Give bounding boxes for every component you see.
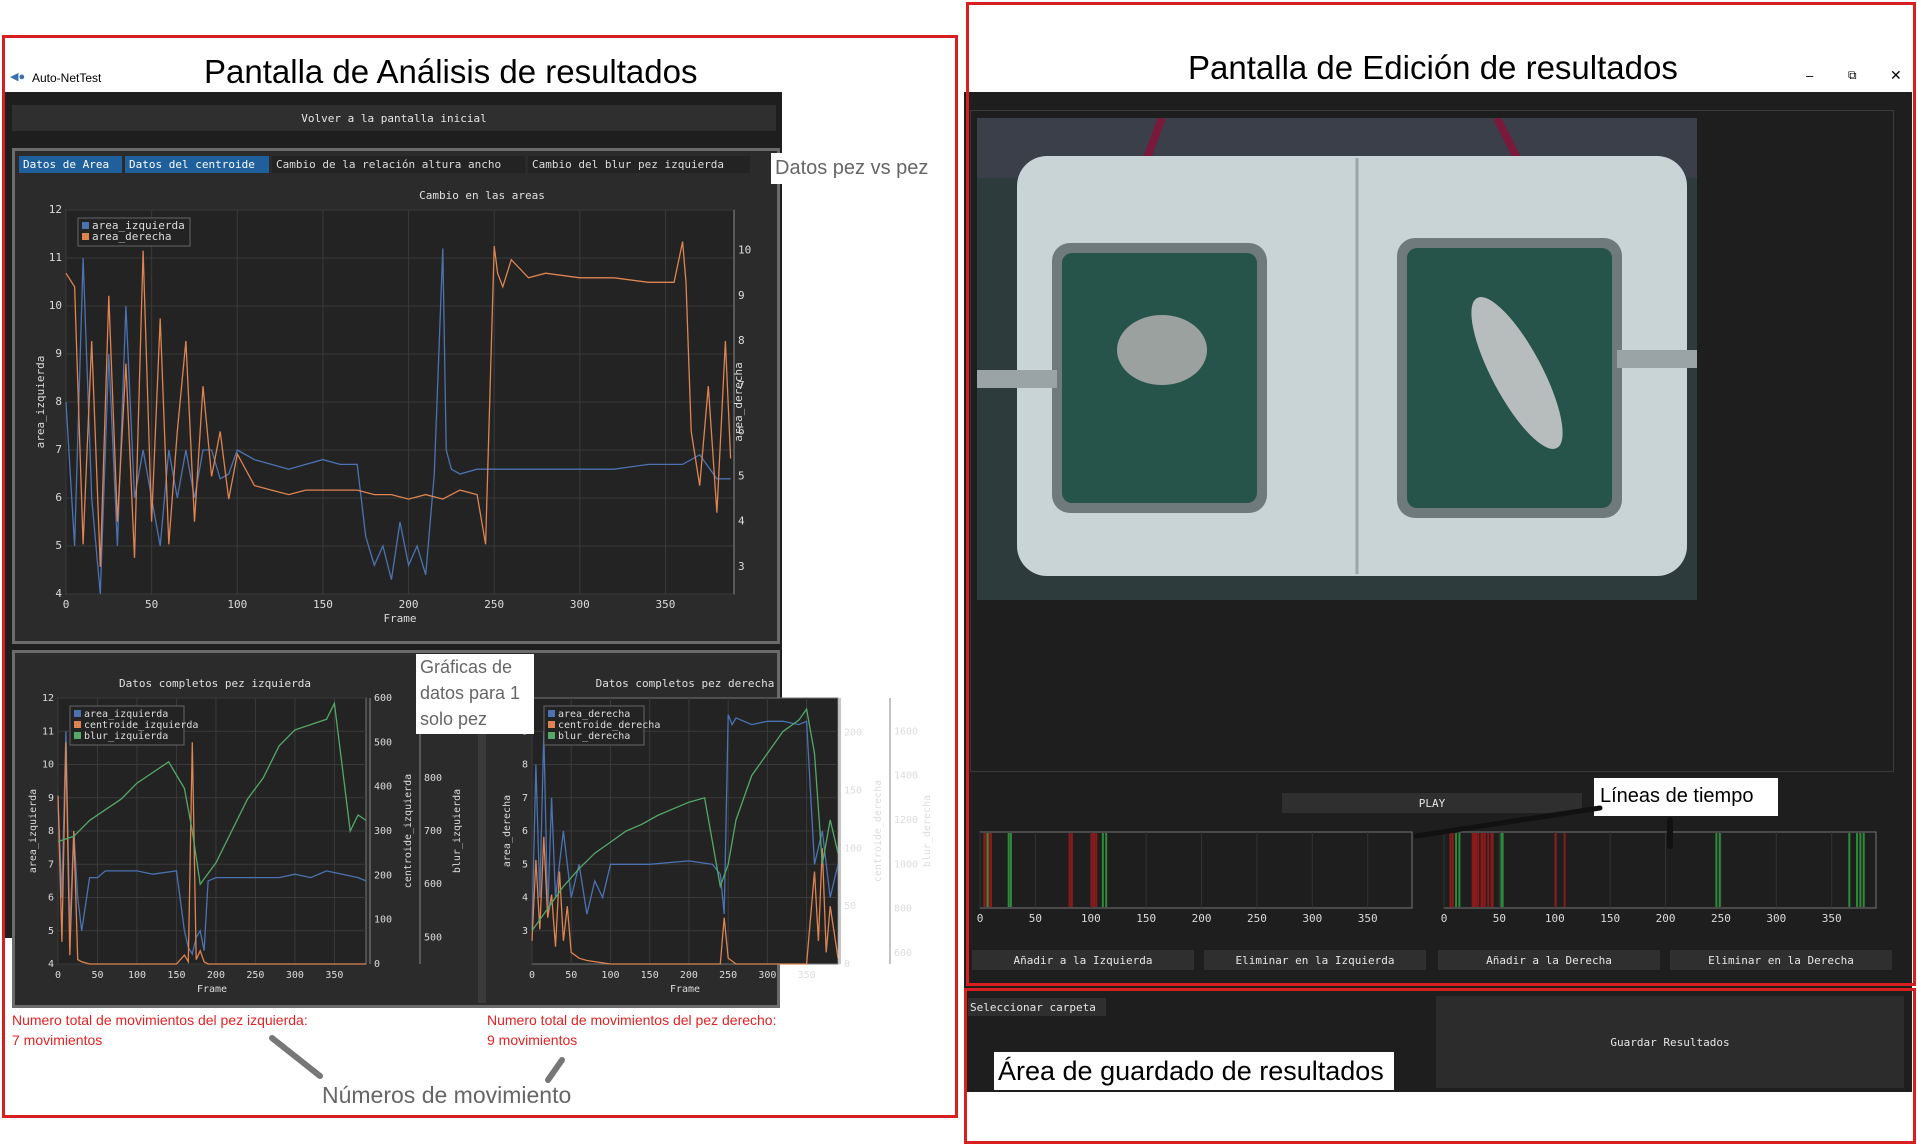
annotation-pointers	[269, 805, 1673, 1083]
